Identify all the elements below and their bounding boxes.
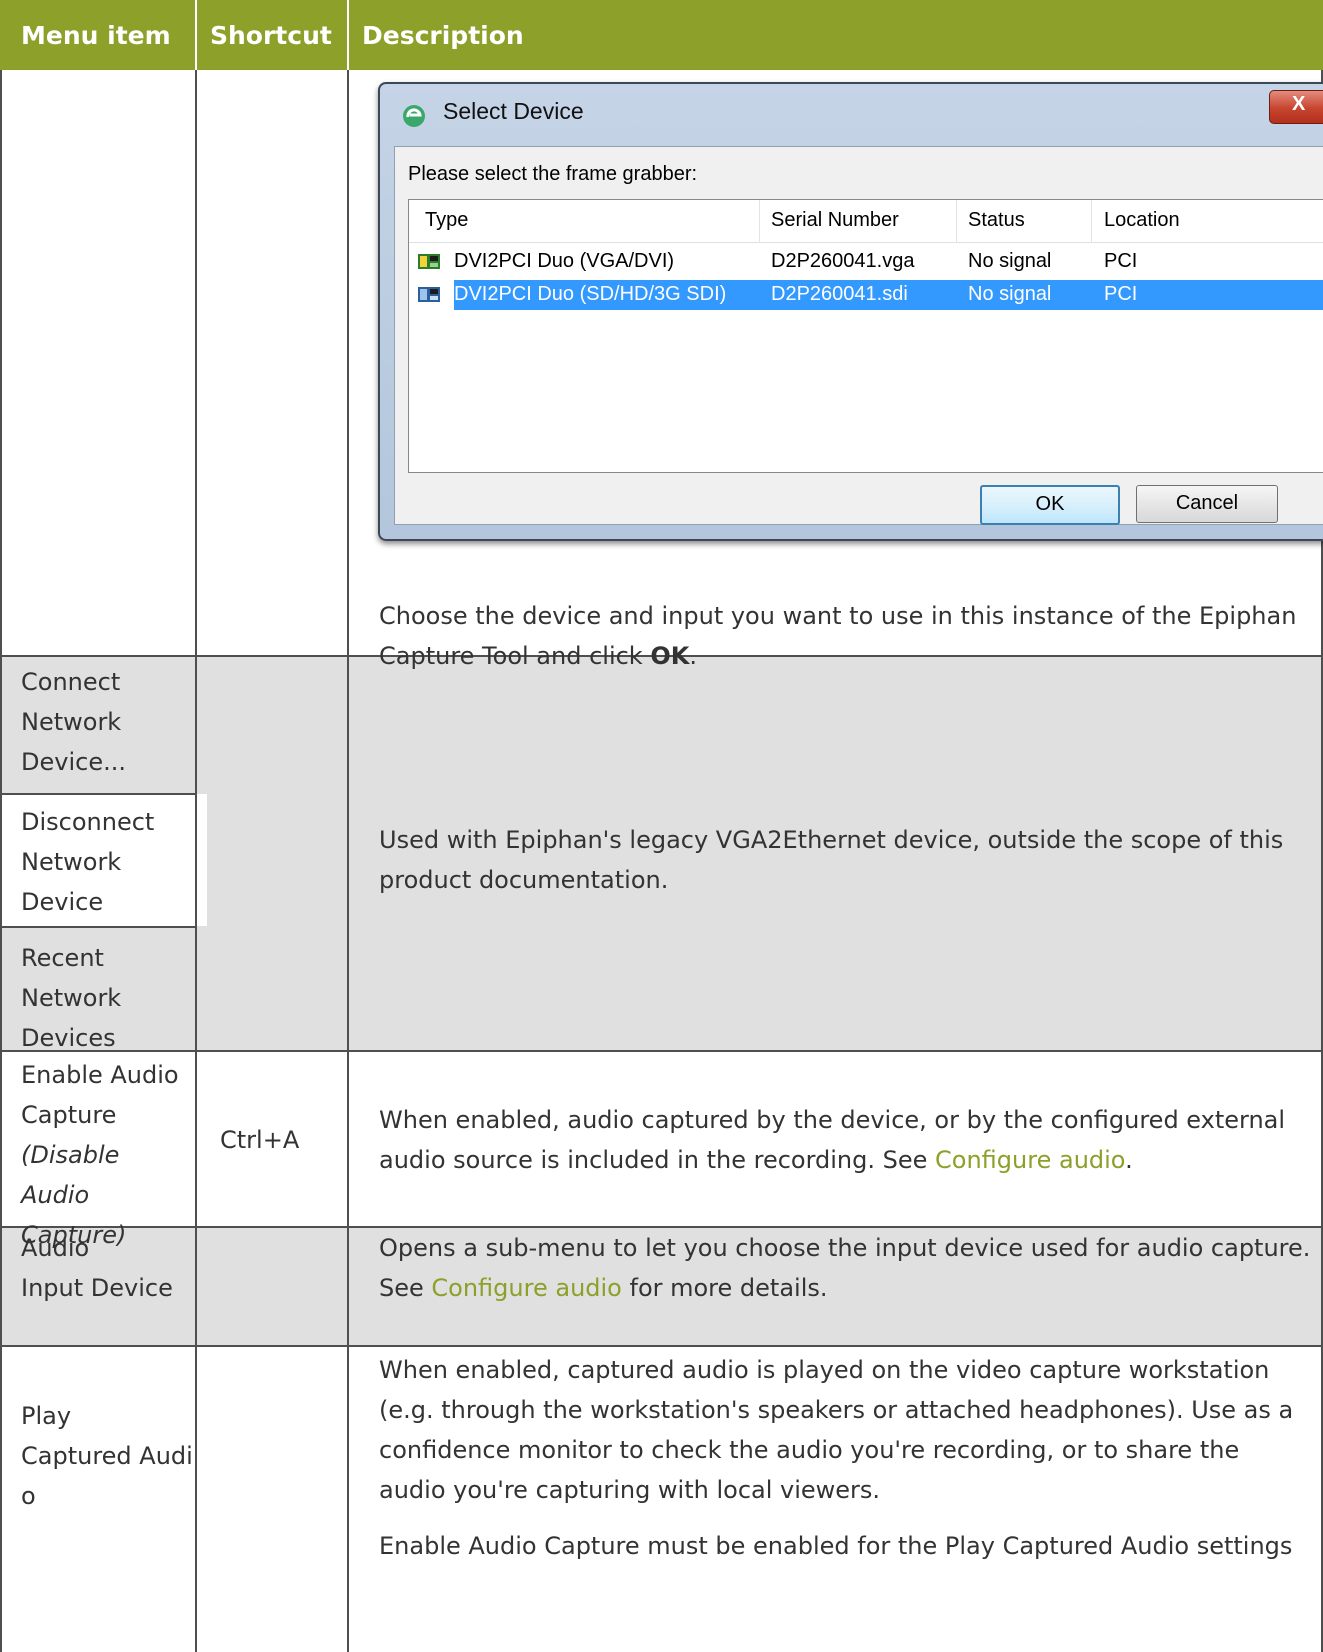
grid-row-2 — [0, 1050, 1323, 1052]
header-shortcut-label: Shortcut — [210, 20, 332, 50]
disconnect-line1: Disconnect — [21, 808, 155, 836]
network-desc-line2: product documentation. — [379, 866, 669, 894]
grid-line-col1 — [195, 70, 197, 1652]
header-menu-item: Menu item — [0, 0, 195, 70]
grid-line-left — [0, 70, 2, 1652]
capture-card-icon — [418, 287, 440, 302]
disconnect-line2: Network — [21, 848, 122, 876]
device-status: No signal — [968, 283, 1052, 305]
column-separator-3 — [1091, 200, 1092, 242]
device-list[interactable]: Type Serial Number Status Location DVI2P… — [408, 199, 1323, 473]
grid-row-net-2 — [0, 926, 197, 928]
device-row-sdi[interactable]: DVI2PCI Duo (SD/HD/3G SDI) D2P260041.sdi… — [409, 280, 1323, 310]
device-serial: D2P260041.vga — [771, 250, 915, 272]
device-type: DVI2PCI Duo (SD/HD/3G SDI) — [454, 283, 727, 305]
enable-audio-desc-text: audio source is included in the recordin… — [379, 1146, 936, 1174]
dialog-titlebar: Select Device X — [380, 84, 1323, 146]
network-desc-line1: Used with Epiphan's legacy VGA2Ethernet … — [379, 826, 1284, 854]
menu-item-enable-audio: Enable Audio Capture (Disable Audio Capt… — [21, 1055, 193, 1255]
recent-line2: Network — [21, 984, 122, 1012]
select-device-dialog: Select Device X Please select the frame … — [378, 82, 1323, 541]
connect-line3: Device... — [21, 748, 126, 776]
select-device-desc-text: Capture Tool and click — [379, 642, 651, 670]
column-serial-number[interactable]: Serial Number — [771, 209, 899, 232]
menu-item-recent-network: Recent Network Devices — [21, 938, 191, 1058]
capture-card-icon — [418, 254, 440, 269]
ok-button[interactable]: OK — [980, 485, 1120, 525]
device-list-header: Type Serial Number Status Location — [409, 200, 1323, 243]
select-device-desc-line2: Capture Tool and click OK. — [379, 636, 697, 676]
menu-item-connect-network: Connect Network Device... — [21, 662, 191, 782]
header-gap-2 — [347, 0, 349, 70]
connect-line1: Connect — [21, 668, 121, 696]
header-gap-1 — [195, 0, 197, 70]
shortcut-enable-audio: Ctrl+A — [220, 1126, 300, 1154]
device-status: No signal — [968, 250, 1052, 272]
network-description: Used with Epiphan's legacy VGA2Ethernet … — [379, 820, 1309, 900]
device-serial: D2P260041.sdi — [771, 283, 908, 305]
grid-row-4 — [0, 1345, 1323, 1347]
select-device-desc-end: . — [689, 642, 697, 670]
enable-audio-desc-line1: When enabled, audio captured by the devi… — [379, 1106, 1286, 1134]
play-audio-line1: Play — [21, 1402, 72, 1430]
audio-input-desc-pre: See — [379, 1274, 432, 1302]
select-device-desc-line1: Choose the device and input you want to … — [379, 602, 1297, 630]
play-audio-line3: o — [21, 1482, 36, 1510]
column-status[interactable]: Status — [968, 209, 1025, 232]
dialog-prompt: Please select the frame grabber: — [408, 163, 698, 185]
audio-input-desc-line1: Opens a sub-menu to let you choose the i… — [379, 1234, 1311, 1262]
play-audio-desc2: Enable Audio Capture must be enabled for… — [379, 1532, 1293, 1560]
play-audio-desc-line3: confidence monitor to check the audio yo… — [379, 1436, 1240, 1464]
close-button[interactable]: X — [1269, 90, 1323, 124]
dialog-body: Please select the frame grabber: Type Se… — [394, 146, 1323, 525]
ok-bold: OK — [650, 642, 690, 670]
connect-line2: Network — [21, 708, 122, 736]
enable-audio-description: When enabled, audio captured by the devi… — [379, 1100, 1309, 1180]
column-separator-1 — [759, 200, 760, 242]
header-description: Description — [349, 0, 1323, 70]
disable-audio-line1: (Disable Audio — [21, 1141, 120, 1209]
play-audio-desc-line4: audio you're capturing with local viewer… — [379, 1476, 881, 1504]
play-audio-line2: Captured Audi — [21, 1442, 193, 1470]
menu-item-disconnect-network: Disconnect Network Device — [21, 802, 191, 922]
play-audio-desc-line2: (e.g. through the workstation's speakers… — [379, 1396, 1294, 1424]
audio-input-desc-line2: See Configure audio for more details. — [379, 1268, 1314, 1308]
menu-item-audio-input: Audio Input Device — [21, 1228, 193, 1308]
header-description-label: Description — [362, 20, 524, 50]
column-type[interactable]: Type — [425, 209, 468, 232]
device-type: DVI2PCI Duo (VGA/DVI) — [454, 250, 675, 272]
play-audio-desc-line1: When enabled, captured audio is played o… — [379, 1356, 1270, 1384]
configure-audio-link-2[interactable]: Configure audio — [431, 1274, 621, 1302]
device-location: PCI — [1104, 283, 1138, 305]
disconnect-line3: Device — [21, 888, 104, 916]
audio-input-line1: Audio — [21, 1234, 90, 1262]
grid-line-col2 — [347, 70, 349, 1652]
recent-line1: Recent — [21, 944, 104, 972]
enable-audio-line1: Enable Audio — [21, 1061, 179, 1089]
menu-item-play-audio: Play Captured Audi o — [21, 1396, 193, 1516]
cancel-button[interactable]: Cancel — [1136, 485, 1278, 523]
header-shortcut: Shortcut — [197, 0, 347, 70]
device-location: PCI — [1104, 250, 1138, 272]
recent-line3: Devices — [21, 1024, 116, 1052]
column-separator-2 — [956, 200, 957, 242]
enable-audio-desc-end: . — [1125, 1146, 1133, 1174]
grid-row-net-1 — [0, 793, 197, 795]
close-icon: X — [1292, 93, 1306, 115]
configure-audio-link[interactable]: Configure audio — [935, 1146, 1125, 1174]
audio-input-description: Opens a sub-menu to let you choose the i… — [379, 1228, 1314, 1308]
epiphan-logo-icon — [403, 105, 425, 127]
dialog-title: Select Device — [443, 98, 584, 124]
enable-audio-line2: Capture — [21, 1101, 117, 1129]
device-row-vga[interactable]: DVI2PCI Duo (VGA/DVI) D2P260041.vga No s… — [409, 247, 1323, 277]
audio-input-desc-end: for more details. — [621, 1274, 828, 1302]
enable-audio-desc-line2: audio source is included in the recordin… — [379, 1140, 1309, 1180]
column-location[interactable]: Location — [1104, 209, 1180, 232]
play-audio-description: When enabled, captured audio is played o… — [379, 1350, 1314, 1566]
audio-input-line2: Input Device — [21, 1274, 173, 1302]
